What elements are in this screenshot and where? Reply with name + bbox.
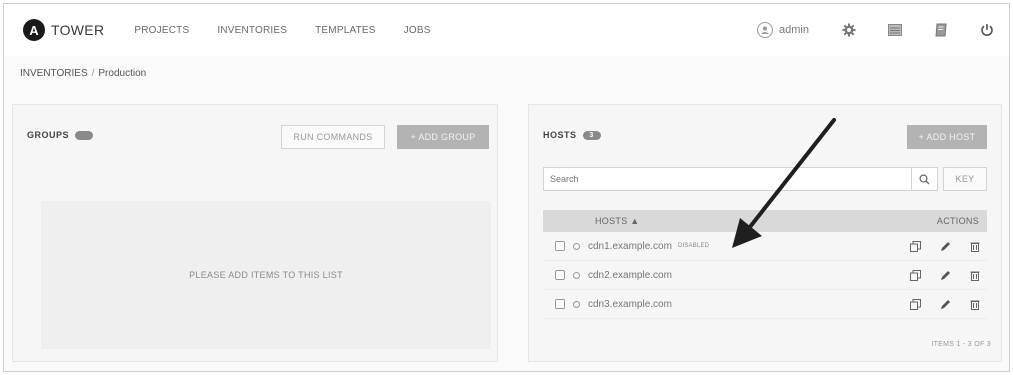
hosts-count-badge: 3 <box>582 130 601 140</box>
nav-jobs[interactable]: JOBS <box>404 25 431 36</box>
search-icon <box>919 173 930 184</box>
pagination-summary: ITEMS 1 - 3 OF 3 <box>931 341 991 348</box>
breadcrumb-inventories[interactable]: INVENTORIES <box>20 68 88 79</box>
breadcrumb: INVENTORIES / Production <box>20 68 146 79</box>
table-row[interactable]: cdn1.example.com DISABLED <box>543 232 987 261</box>
row-checkbox[interactable] <box>555 241 565 251</box>
groups-title: GROUPS <box>27 130 94 140</box>
edit-icon[interactable] <box>939 269 951 281</box>
nav-right: admin <box>757 22 995 38</box>
delete-icon[interactable] <box>969 240 981 252</box>
nav-templates[interactable]: TEMPLATES <box>315 25 376 36</box>
actions-column-header: ACTIONS <box>936 216 979 226</box>
tower-logo-icon: A <box>23 19 45 41</box>
host-search <box>543 167 938 191</box>
table-row[interactable]: cdn2.example.com <box>543 261 987 290</box>
user-menu[interactable]: admin <box>757 22 809 38</box>
hosts-title: HOSTS 3 <box>543 130 601 140</box>
key-button[interactable]: KEY <box>943 167 987 191</box>
activity-icon[interactable] <box>887 22 903 38</box>
username: admin <box>779 24 809 36</box>
brand-name: TOWER <box>51 22 105 38</box>
breadcrumb-separator: / <box>91 68 95 79</box>
groups-empty-state: PLEASE ADD ITEMS TO THIS LIST <box>41 201 491 349</box>
row-checkbox[interactable] <box>555 299 565 309</box>
status-indicator <box>573 300 580 308</box>
docs-icon[interactable] <box>933 22 949 38</box>
groups-panel: GROUPS RUN COMMANDS + ADD GROUP PLEASE A… <box>12 104 498 362</box>
disabled-tag: DISABLED <box>677 243 710 249</box>
search-input[interactable] <box>544 168 911 190</box>
status-indicator <box>573 242 580 250</box>
nav-projects[interactable]: PROJECTS <box>134 25 189 36</box>
nav-inventories[interactable]: INVENTORIES <box>217 25 287 36</box>
add-host-button[interactable]: + ADD HOST <box>907 125 987 149</box>
breadcrumb-current: Production <box>98 68 147 79</box>
row-checkbox[interactable] <box>555 270 565 280</box>
status-indicator <box>573 271 580 279</box>
groups-title-text: GROUPS <box>27 130 70 140</box>
hosts-table: HOSTS ▲ ACTIONS cdn1.example.com DISABLE… <box>543 210 987 319</box>
delete-icon[interactable] <box>969 298 981 310</box>
copy-icon[interactable] <box>909 240 921 252</box>
top-navigation: A TOWER PROJECTS INVENTORIES TEMPLATES J… <box>4 4 1009 56</box>
run-commands-button[interactable]: RUN COMMANDS <box>281 125 385 149</box>
hosts-panel: HOSTS 3 + ADD HOST KEY HOSTS ▲ ACTIONS c… <box>528 104 1002 362</box>
table-row[interactable]: cdn3.example.com <box>543 290 987 319</box>
copy-icon[interactable] <box>909 269 921 281</box>
table-header: HOSTS ▲ ACTIONS <box>543 210 987 232</box>
groups-count-badge <box>75 130 94 140</box>
delete-icon[interactable] <box>969 269 981 281</box>
host-name[interactable]: cdn1.example.com <box>588 241 672 252</box>
host-name[interactable]: cdn3.example.com <box>588 299 672 310</box>
row-actions <box>891 269 981 281</box>
empty-message: PLEASE ADD ITEMS TO THIS LIST <box>189 270 343 280</box>
user-icon <box>757 22 774 38</box>
app-window: A TOWER PROJECTS INVENTORIES TEMPLATES J… <box>3 3 1010 372</box>
add-group-button[interactable]: + ADD GROUP <box>397 125 489 149</box>
edit-icon[interactable] <box>939 240 951 252</box>
hosts-column-header[interactable]: HOSTS ▲ <box>595 216 640 226</box>
host-name[interactable]: cdn2.example.com <box>588 270 672 281</box>
power-icon[interactable] <box>979 22 995 38</box>
edit-icon[interactable] <box>939 298 951 310</box>
brand[interactable]: A TOWER <box>23 19 104 41</box>
row-actions <box>891 240 981 252</box>
settings-icon[interactable] <box>841 22 857 38</box>
search-button[interactable] <box>911 168 937 190</box>
row-actions <box>891 298 981 310</box>
hosts-title-text: HOSTS <box>543 130 577 140</box>
copy-icon[interactable] <box>909 298 921 310</box>
